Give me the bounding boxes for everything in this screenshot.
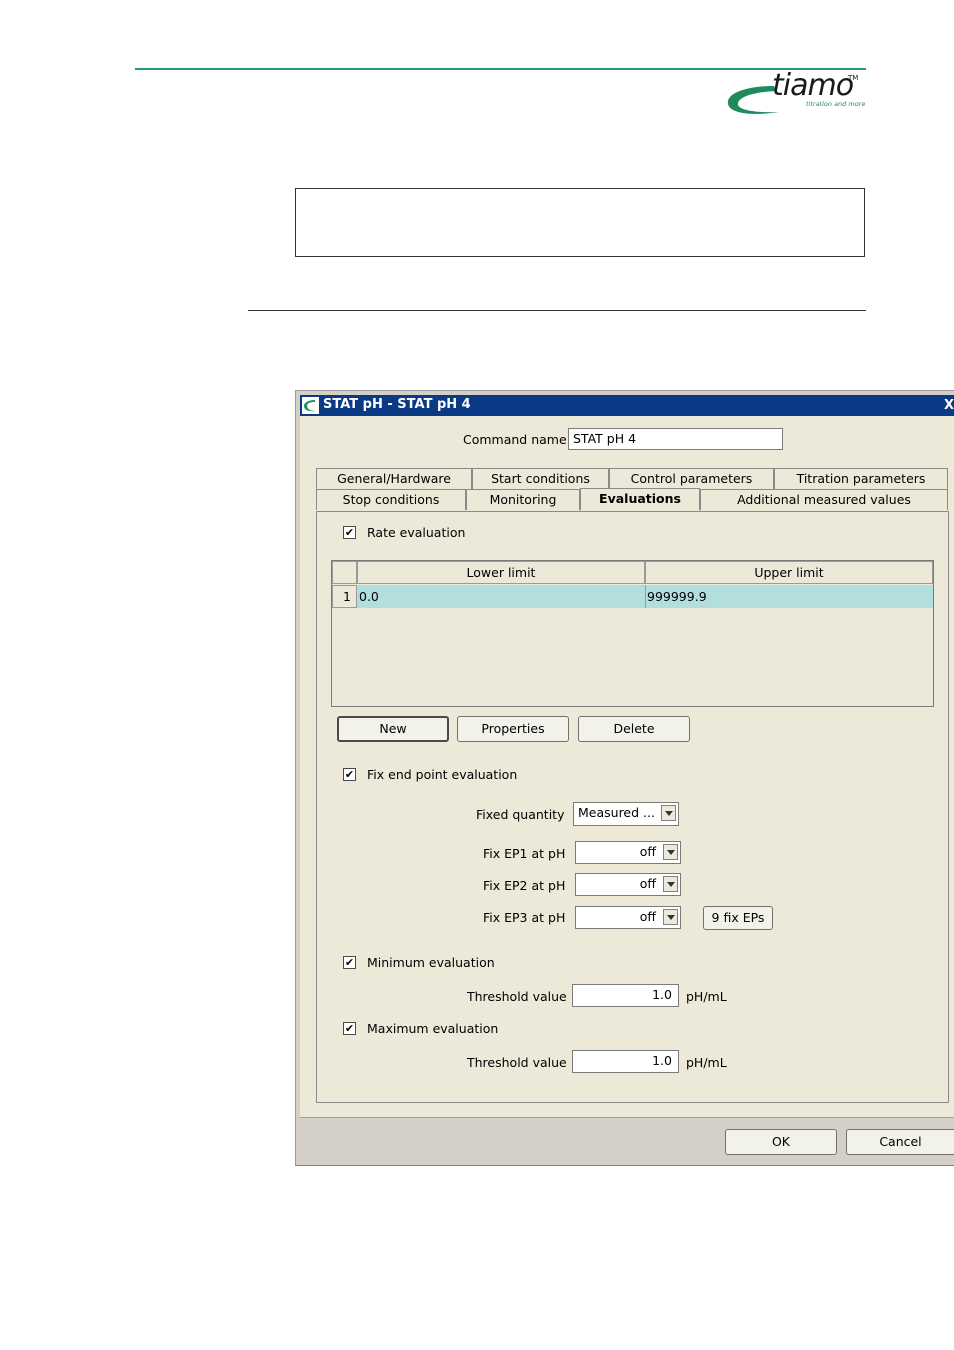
new-button[interactable]: New — [337, 716, 449, 742]
cell-lower-limit[interactable]: 0.0 — [359, 587, 379, 607]
fix-ep2-select[interactable]: off — [575, 873, 681, 896]
footer-divider — [300, 1117, 954, 1118]
fix-ep2-value: off — [639, 876, 656, 891]
header-rule — [135, 68, 866, 70]
nine-fix-eps-button[interactable]: 9 fix EPs — [703, 906, 773, 930]
row-number: 1 — [332, 585, 357, 608]
note-box — [295, 188, 865, 257]
max-threshold-label: Threshold value — [467, 1055, 567, 1070]
app-swoosh-icon — [302, 397, 319, 414]
tab-general-hardware[interactable]: General/Hardware — [316, 468, 472, 489]
fixed-quantity-select[interactable]: Measured ... — [573, 802, 679, 826]
table-corner-header — [332, 561, 357, 584]
fix-ep3-label: Fix EP3 at pH — [483, 910, 566, 925]
fix-ep-label: Fix end point evaluation — [367, 767, 518, 782]
minimum-evaluation-label: Minimum evaluation — [367, 955, 495, 970]
rate-evaluation-checkbox[interactable]: ✔ — [343, 526, 356, 539]
tab-stop-conditions[interactable]: Stop conditions — [316, 489, 466, 510]
max-threshold-unit: pH/mL — [686, 1055, 727, 1070]
logo-trademark: TM — [848, 74, 859, 82]
tab-control-parameters[interactable]: Control parameters — [609, 468, 774, 489]
cell-upper-limit[interactable]: 999999.9 — [647, 587, 707, 607]
command-name-input[interactable]: STAT pH 4 — [568, 428, 783, 450]
fix-ep1-value: off — [639, 844, 656, 859]
tab-titration-parameters[interactable]: Titration parameters — [774, 468, 948, 489]
column-header-upper-limit[interactable]: Upper limit — [645, 561, 933, 584]
min-threshold-label: Threshold value — [467, 989, 567, 1004]
fix-ep1-select[interactable]: off — [575, 841, 681, 864]
close-icon[interactable]: X — [944, 395, 954, 416]
tab-additional-measured-values[interactable]: Additional measured values — [700, 489, 948, 510]
maximum-evaluation-label: Maximum evaluation — [367, 1021, 499, 1036]
fix-ep3-value: off — [639, 909, 656, 924]
fix-ep-checkbox[interactable]: ✔ — [343, 768, 356, 781]
tab-evaluations[interactable]: Evaluations — [580, 488, 700, 511]
delete-button[interactable]: Delete — [578, 716, 690, 742]
rate-evaluation-label: Rate evaluation — [367, 525, 466, 540]
fixed-quantity-value: Measured ... — [578, 805, 655, 820]
min-threshold-unit: pH/mL — [686, 989, 727, 1004]
properties-button[interactable]: Properties — [457, 716, 569, 742]
fixed-quantity-label: Fixed quantity — [476, 807, 565, 822]
chevron-down-icon[interactable] — [663, 909, 678, 925]
chevron-down-icon[interactable] — [663, 844, 678, 860]
cancel-button[interactable]: Cancel — [846, 1129, 954, 1155]
maximum-evaluation-checkbox[interactable]: ✔ — [343, 1022, 356, 1035]
cell-divider — [645, 585, 646, 608]
chevron-down-icon[interactable] — [663, 876, 678, 892]
fix-ep3-select[interactable]: off — [575, 906, 681, 929]
logo-wordmark: tiamo — [772, 68, 854, 103]
ok-button[interactable]: OK — [725, 1129, 837, 1155]
tab-start-conditions[interactable]: Start conditions — [472, 468, 609, 489]
section-rule — [248, 310, 866, 311]
max-threshold-input[interactable]: 1.0 — [572, 1050, 679, 1073]
logo-tagline: titration and more — [806, 100, 866, 108]
fix-ep1-label: Fix EP1 at pH — [483, 846, 566, 861]
command-name-label: Command name — [463, 432, 567, 447]
chevron-down-icon[interactable] — [661, 805, 676, 821]
dialog-title: STAT pH - STAT pH 4 — [323, 397, 471, 412]
tab-monitoring[interactable]: Monitoring — [466, 489, 580, 510]
fix-ep2-label: Fix EP2 at pH — [483, 878, 566, 893]
min-threshold-input[interactable]: 1.0 — [572, 984, 679, 1007]
column-header-lower-limit[interactable]: Lower limit — [357, 561, 645, 584]
minimum-evaluation-checkbox[interactable]: ✔ — [343, 956, 356, 969]
